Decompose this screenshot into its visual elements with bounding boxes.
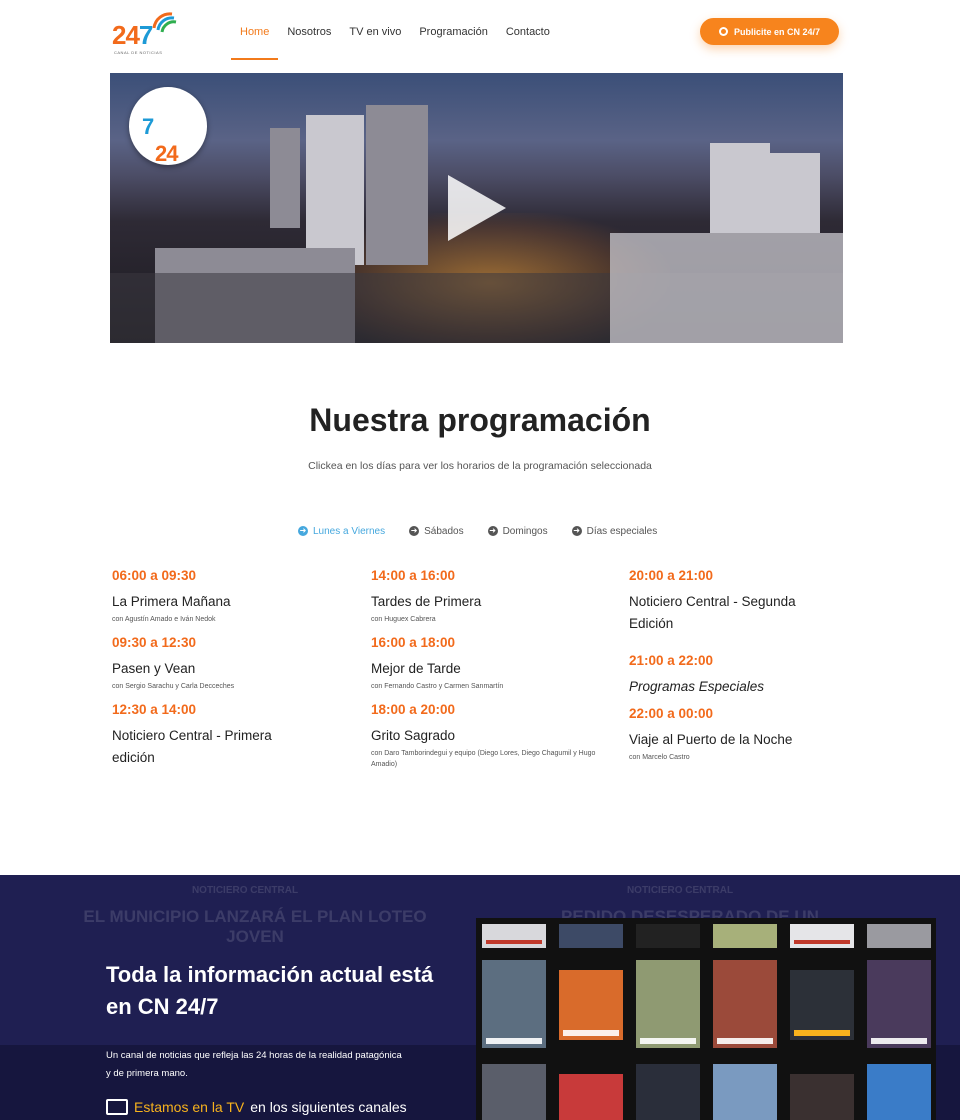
play-icon[interactable] — [448, 175, 506, 241]
menu-item-tv-en-vivo[interactable]: TV en vivo — [340, 0, 410, 60]
program-name: Programas Especiales — [629, 679, 765, 694]
city-building — [306, 115, 364, 265]
tv-icon — [106, 1099, 128, 1115]
program-item: 22:00 a 00:00 Viaje al Puerto de la Noch… — [629, 706, 859, 763]
program-name: Pasen y Vean — [112, 661, 196, 676]
schedule-column: 06:00 a 09:30 La Primera Mañana con Agus… — [112, 568, 342, 779]
tv-channels-line: Estamos en la TV en los siguientes canal… — [106, 1099, 407, 1115]
schedule-column: 20:00 a 21:00 Noticiero Central - Segund… — [629, 568, 859, 773]
section-title: Nuestra programación — [309, 402, 651, 438]
advertise-button[interactable]: Publicite en CN 24/7 — [700, 18, 839, 45]
info-heading: Toda la información actual está en CN 24… — [106, 962, 434, 1019]
program-time: 12:30 a 14:00 — [112, 702, 197, 717]
program-host: con Sergio Sarachu y Carla Decceches — [112, 683, 235, 690]
tv-rest: en los siguientes canales — [250, 1099, 407, 1115]
program-item: 18:00 a 20:00 Grito Sagrado con Daro Tam… — [371, 702, 601, 770]
advertise-button-label: Publicite en CN 24/7 — [733, 26, 821, 37]
program-time: 16:00 a 18:00 — [371, 635, 456, 650]
program-name: Noticiero Central - Primera edición — [112, 728, 272, 765]
program-item: 06:00 a 09:30 La Primera Mañana con Agus… — [112, 568, 342, 625]
background-headline: EL MUNICIPIO LANZARÁ EL PLAN LOTEO JOVEN — [83, 907, 427, 946]
day-tabs: ➜ Lunes a Viernes ➜ Sábados ➜ Domingos ➜… — [298, 523, 681, 539]
background-caption: NOTICIERO CENTRAL — [626, 885, 734, 896]
tab-sabados[interactable]: ➜ Sábados — [409, 523, 464, 539]
section-subtitle: Clickea en los días para ver los horario… — [308, 460, 652, 472]
program-host: con Marcelo Castro — [629, 754, 690, 761]
video-thumbnail[interactable] — [713, 1064, 777, 1120]
arrow-right-icon: ➜ — [409, 526, 420, 536]
video-thumbnail[interactable] — [636, 960, 700, 1048]
video-thumbnails-grid — [476, 918, 936, 1120]
tab-domingos[interactable]: ➜ Domingos — [487, 523, 548, 539]
tab-lunes-a-viernes[interactable]: ➜ Lunes a Viernes — [298, 523, 385, 539]
city-building — [710, 143, 770, 233]
main-menu: Home Nosotros TV en vivo Programación Co… — [231, 0, 559, 60]
program-host: con Agustín Amado e Iván Nedok — [112, 616, 216, 623]
city-building — [610, 233, 843, 343]
program-time: 22:00 a 00:00 — [629, 706, 714, 721]
program-time: 09:30 a 12:30 — [112, 635, 197, 650]
globe-icon — [718, 27, 728, 36]
program-time: 20:00 a 21:00 — [629, 568, 714, 583]
hero-logo-badge: 24 7 — [129, 87, 207, 166]
program-name: Mejor de Tarde — [371, 661, 461, 676]
video-thumbnail[interactable] — [713, 924, 777, 948]
tab-dias-especiales[interactable]: ➜ Días especiales — [571, 523, 657, 539]
program-item: 09:30 a 12:30 Pasen y Vean con Sergio Sa… — [112, 635, 342, 692]
video-thumbnail[interactable] — [482, 924, 546, 948]
video-thumbnail[interactable] — [636, 924, 700, 948]
schedule-column: 14:00 a 16:00 Tardes de Primera con Hugu… — [371, 568, 601, 780]
menu-item-contacto[interactable]: Contacto — [497, 0, 559, 60]
menu-item-home[interactable]: Home — [231, 0, 279, 60]
video-thumbnail[interactable] — [559, 924, 623, 948]
info-section: NOTICIERO CENTRAL EL MUNICIPIO LANZARÁ E… — [0, 875, 960, 1120]
menu-item-programacion[interactable]: Programación — [410, 0, 496, 60]
arrow-right-icon: ➜ — [298, 526, 308, 536]
program-time: 14:00 a 16:00 — [371, 568, 456, 583]
logo-text: 247 — [112, 20, 153, 50]
program-name: Grito Sagrado — [371, 728, 456, 743]
background-caption: NOTICIERO CENTRAL — [191, 885, 299, 896]
site-logo[interactable]: 247 CANAL DE NOTICIAS — [110, 6, 180, 55]
video-thumbnail[interactable] — [559, 970, 623, 1040]
program-time: 06:00 a 09:30 — [112, 568, 197, 583]
top-navigation: 247 CANAL DE NOTICIAS Home Nosotros TV e… — [0, 0, 960, 66]
hero-video[interactable]: 24 7 — [110, 73, 843, 343]
program-name: Tardes de Primera — [371, 594, 482, 609]
program-item: 16:00 a 18:00 Mejor de Tarde con Fernand… — [371, 635, 601, 692]
video-thumbnail[interactable] — [867, 1064, 931, 1120]
menu-item-nosotros[interactable]: Nosotros — [278, 0, 340, 60]
program-time: 18:00 a 20:00 — [371, 702, 456, 717]
arrow-right-icon: ➜ — [487, 526, 498, 536]
video-thumbnail[interactable] — [713, 960, 777, 1048]
program-item: 14:00 a 16:00 Tardes de Primera con Hugu… — [371, 568, 601, 625]
video-thumbnail[interactable] — [559, 1074, 623, 1120]
video-thumbnail[interactable] — [790, 1074, 854, 1120]
video-thumbnail[interactable] — [867, 960, 931, 1048]
video-thumbnail[interactable] — [790, 970, 854, 1040]
program-name: Noticiero Central - Segunda Edición — [629, 594, 796, 631]
program-item: 20:00 a 21:00 Noticiero Central - Segund… — [629, 568, 829, 635]
tv-highlight[interactable]: Estamos en la TV — [134, 1099, 244, 1115]
city-building — [366, 105, 428, 265]
video-thumbnail[interactable] — [790, 924, 854, 948]
arrow-right-icon: ➜ — [571, 526, 582, 536]
program-host: con Fernando Castro y Carmen Sanmartín — [371, 683, 504, 690]
program-item: 21:00 a 22:00 Programas Especiales — [629, 653, 859, 698]
program-name: Viaje al Puerto de la Noche — [629, 732, 793, 747]
info-description: Un canal de noticias que refleja las 24 … — [106, 1050, 402, 1079]
city-building — [770, 153, 820, 233]
program-host: con Daro Tamborindegui y equipo (Diego L… — [371, 750, 596, 768]
video-thumbnail[interactable] — [482, 1064, 546, 1120]
program-time: 21:00 a 22:00 — [629, 653, 714, 668]
logo-tagline: CANAL DE NOTICIAS — [114, 50, 163, 55]
program-item: 12:30 a 14:00 Noticiero Central - Primer… — [112, 702, 302, 769]
program-name: La Primera Mañana — [112, 594, 231, 609]
video-thumbnail[interactable] — [482, 960, 546, 1048]
video-thumbnail[interactable] — [867, 924, 931, 948]
video-thumbnail[interactable] — [636, 1064, 700, 1120]
city-building — [270, 128, 300, 228]
program-host: con Huguex Cabrera — [371, 616, 436, 623]
